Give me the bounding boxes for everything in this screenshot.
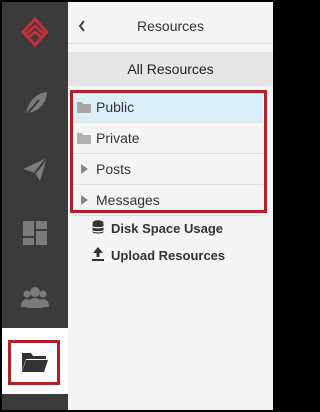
- resource-label: Private: [96, 130, 140, 146]
- send-icon: [20, 154, 50, 184]
- sidebar-item-users[interactable]: [2, 272, 68, 322]
- folder-icon: [76, 101, 92, 113]
- resource-item-messages[interactable]: Messages: [72, 185, 263, 216]
- caret-right-icon[interactable]: [76, 164, 92, 174]
- database-icon: [92, 219, 111, 237]
- action-label: Disk Space Usage: [111, 220, 224, 236]
- resource-label: Posts: [96, 161, 132, 177]
- caret-right-icon[interactable]: [76, 195, 92, 205]
- resources-panel: Resources All Resources Public Private P…: [68, 2, 273, 410]
- sidebar-item-send[interactable]: [2, 144, 68, 194]
- folder-icon: [76, 132, 92, 144]
- panel-header: Resources: [68, 10, 273, 44]
- resource-label: Messages: [96, 192, 160, 208]
- resource-item-posts[interactable]: Posts: [72, 154, 263, 185]
- sidebar-item-feather[interactable]: [2, 78, 68, 128]
- upload-resources-link[interactable]: Upload Resources: [92, 243, 225, 267]
- resource-label: Public: [96, 99, 135, 115]
- logo-icon: [20, 17, 50, 47]
- action-label: Upload Resources: [111, 247, 226, 263]
- sidebar-item-dashboard[interactable]: [2, 208, 68, 258]
- feather-icon: [20, 88, 50, 118]
- highlight-box-sidebar: [8, 340, 60, 385]
- resource-item-private[interactable]: Private: [72, 123, 263, 154]
- app-window: Resources All Resources Public Private P…: [2, 2, 273, 410]
- users-icon: [20, 282, 50, 312]
- panel-title: Resources: [137, 18, 204, 34]
- disk-space-usage-link[interactable]: Disk Space Usage: [92, 216, 223, 240]
- resource-item-public[interactable]: Public: [72, 92, 263, 123]
- all-resources-header[interactable]: All Resources: [68, 52, 273, 86]
- sidebar-item-logo[interactable]: [2, 10, 68, 54]
- dashboard-icon: [20, 218, 50, 248]
- upload-icon: [92, 246, 111, 264]
